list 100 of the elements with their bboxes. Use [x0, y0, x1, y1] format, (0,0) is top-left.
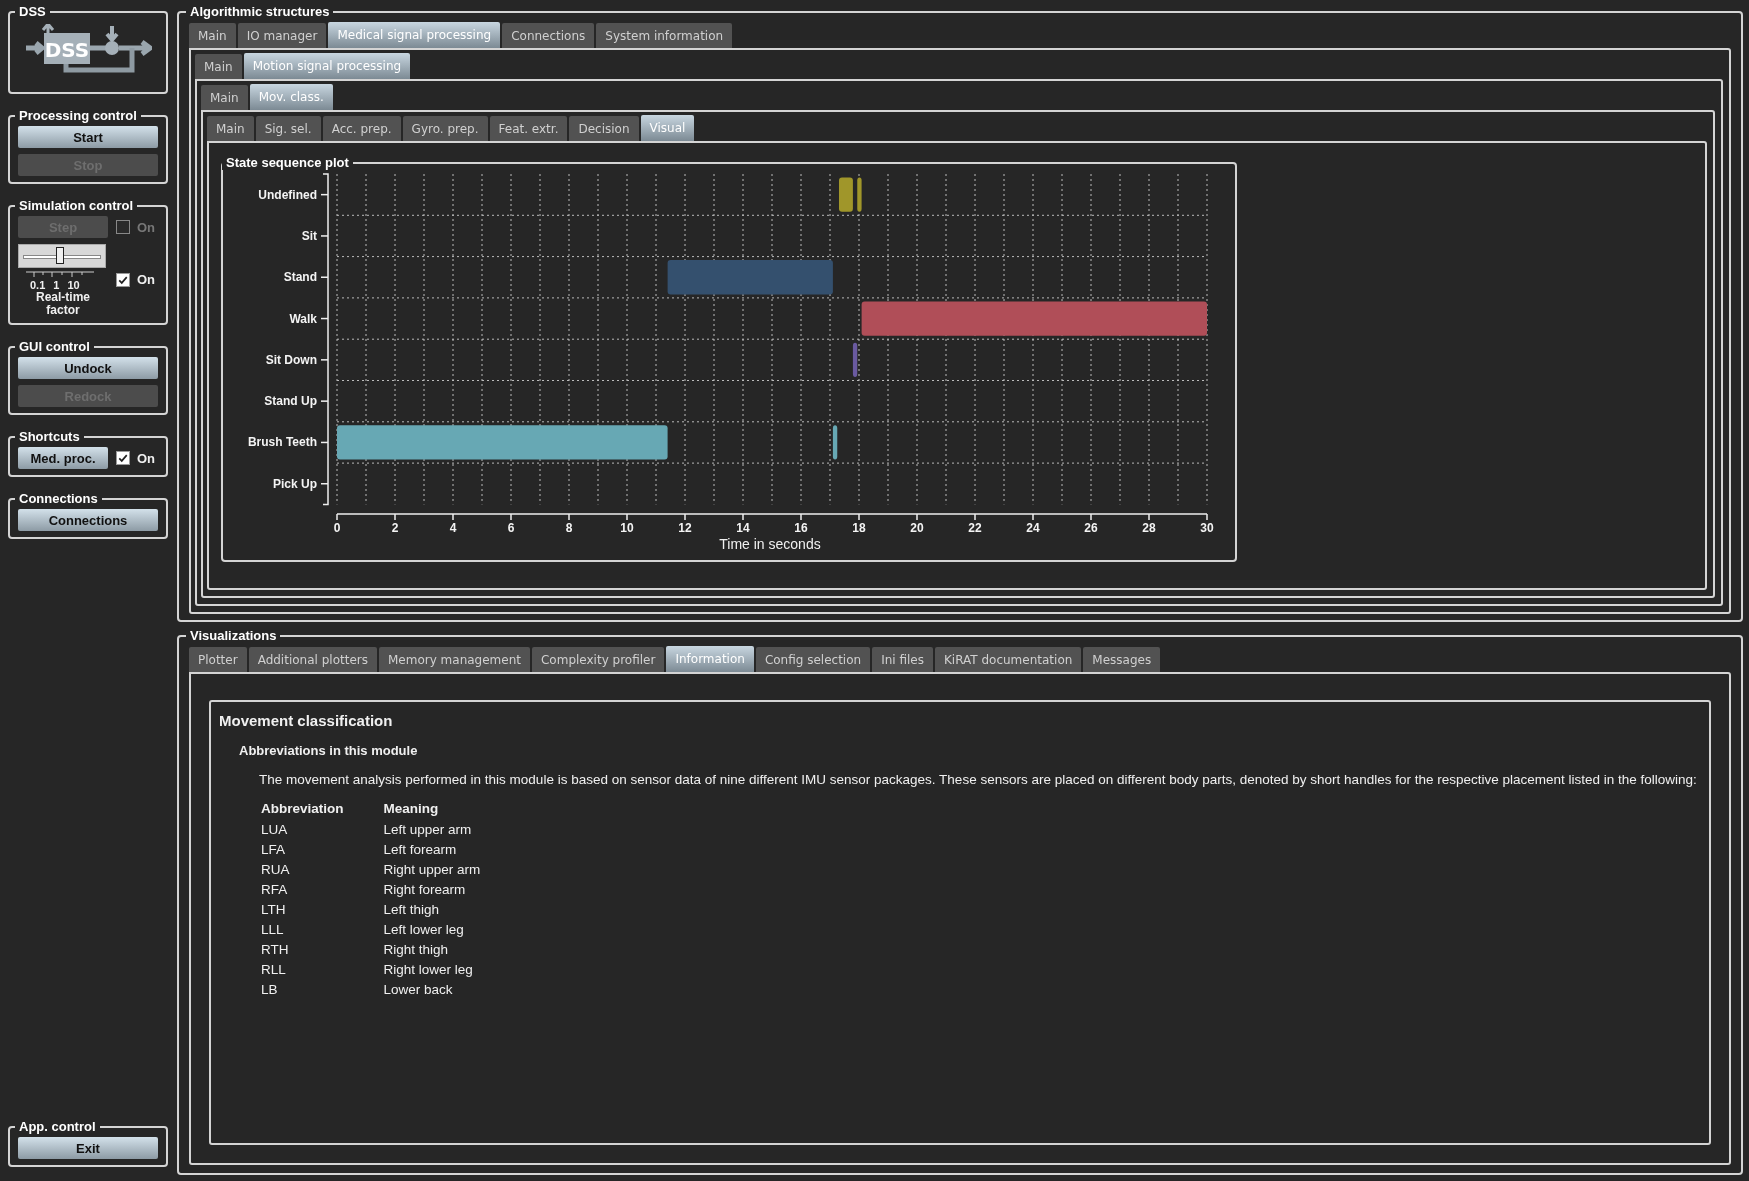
table-cell-text: LUA: [260, 821, 289, 839]
tab[interactable]: Decision: [569, 116, 639, 141]
button[interactable]: Connections: [18, 509, 158, 531]
x-tick-label: 20: [910, 521, 924, 535]
group-title: App. control: [18, 1119, 97, 1134]
table-cell-text: Right upper arm: [382, 861, 482, 879]
x-tick-label: 14: [736, 521, 750, 535]
y-axis-label: Brush Teeth: [247, 435, 317, 450]
group-title: GUI control: [18, 339, 91, 354]
tab[interactable]: Main: [207, 116, 254, 141]
tab[interactable]: Sig. sel.: [255, 116, 321, 141]
table-cell-text: Left forearm: [382, 841, 458, 859]
table-cell-text: LB: [260, 981, 279, 999]
info-heading: Movement classification: [219, 712, 394, 729]
tab[interactable]: Main: [195, 54, 242, 79]
slider-thumb[interactable]: [56, 247, 65, 264]
tab[interactable]: Config selection: [755, 647, 871, 672]
tab[interactable]: KiRAT documentation: [935, 647, 1082, 672]
y-axis-label: Sit: [301, 228, 317, 243]
tab[interactable]: Connections: [502, 23, 595, 48]
x-tick-label: 8: [565, 521, 573, 535]
x-tick-label: 12: [678, 521, 692, 535]
table-cell-text: Lower back: [382, 981, 454, 999]
x-axis-title: Time in seconds: [718, 536, 822, 552]
tab[interactable]: Memory management: [378, 647, 530, 672]
tab[interactable]: Ini files: [872, 647, 933, 672]
table-cell-text: Right lower leg: [382, 961, 474, 979]
checkbox-label: On: [137, 219, 156, 235]
x-tick-label: 16: [794, 521, 808, 535]
info-paragraph: The movement analysis performed in this module is based on sensor data of nine different IMU sensor packages. These sensors are placed on different body parts, denoted by short handles for the respective placement listed in the following:: [259, 772, 1698, 787]
checkbox[interactable]: [116, 272, 130, 287]
slider[interactable]: [18, 244, 106, 268]
tab[interactable]: Messages: [1083, 647, 1161, 672]
tab[interactable]: IO manager: [237, 23, 327, 48]
slider-caption: Real-time factor: [35, 291, 91, 317]
x-tick-label: 28: [1142, 521, 1156, 535]
checkbox-label: On: [137, 450, 156, 466]
table-cell-text: RLL: [260, 961, 287, 979]
group-title: Connections: [18, 491, 99, 506]
table-cell-text: Left upper arm: [382, 821, 473, 839]
column-header: Meaning: [382, 801, 440, 818]
state-bar: [852, 342, 858, 377]
group-title: Visualizations: [189, 628, 278, 643]
state-bar: [857, 177, 862, 212]
tab[interactable]: Gyro. prep.: [402, 116, 488, 141]
button[interactable]: Med. proc.: [18, 447, 108, 469]
slider-tick-label: 10: [67, 279, 80, 291]
tab[interactable]: Plotter: [189, 647, 247, 672]
table-cell-text: LLL: [260, 921, 285, 939]
x-tick-label: 24: [1026, 521, 1040, 535]
y-axis-label: Pick Up: [273, 476, 317, 491]
tab[interactable]: Additional plotters: [248, 647, 377, 672]
y-axis-label: Stand: [283, 270, 317, 285]
logo-text: DSS: [44, 38, 90, 62]
tab[interactable]: Main: [201, 85, 248, 110]
slider-tick-label: 1: [53, 279, 60, 291]
x-tick-label: 22: [968, 521, 982, 535]
table-cell-text: Left lower leg: [382, 921, 465, 939]
x-tick-label: 30: [1200, 521, 1214, 535]
table-cell-text: Right forearm: [382, 881, 467, 899]
x-tick-label: 6: [507, 521, 515, 535]
slider-scale: [24, 271, 96, 279]
table-cell-text: Right thigh: [382, 941, 450, 959]
x-tick-label: 18: [852, 521, 866, 535]
group-title: Simulation control: [18, 198, 135, 213]
table-cell-text: Left thigh: [382, 901, 441, 919]
x-tick-label: 26: [1084, 521, 1098, 535]
info-subheading: Abbreviations in this module: [239, 743, 419, 758]
y-axis-label: Walk: [289, 311, 317, 326]
tab[interactable]: System information: [596, 23, 733, 48]
x-tick-label: 10: [620, 521, 634, 535]
group-title: State sequence plot: [225, 155, 350, 170]
state-bar: [839, 177, 853, 212]
tab[interactable]: Acc. prep.: [322, 116, 401, 141]
slider-tick-label: 0.1: [30, 279, 46, 291]
y-axis-label: Stand Up: [264, 394, 317, 409]
table-cell-text: LTH: [260, 901, 287, 919]
table-cell-text: RTH: [260, 941, 290, 959]
x-tick-label: 2: [391, 521, 399, 535]
table-cell-text: RUA: [260, 861, 291, 879]
y-axis-label: Undefined: [258, 187, 317, 202]
x-tick-label: 4: [449, 521, 457, 535]
group-title: Shortcuts: [18, 429, 81, 444]
y-axis-label: Sit Down: [265, 352, 317, 367]
table-cell-text: LFA: [260, 841, 286, 859]
checkbox-label: On: [137, 272, 156, 287]
button[interactable]: Start: [18, 126, 158, 148]
group-title: DSS: [18, 4, 47, 19]
tab[interactable]: Feat. extr.: [489, 116, 568, 141]
column-header: Abbreviation: [260, 801, 345, 818]
group-title: Algorithmic structures: [189, 4, 331, 19]
tab[interactable]: Main: [189, 23, 236, 48]
group-title: Processing control: [18, 108, 138, 123]
state-bar: [832, 425, 838, 460]
checkbox[interactable]: [116, 451, 130, 465]
tab[interactable]: Complexity profiler: [532, 647, 665, 672]
x-tick-label: 0: [333, 521, 341, 535]
table-cell-text: RFA: [260, 881, 289, 899]
button[interactable]: Undock: [18, 357, 158, 379]
button[interactable]: Exit: [18, 1137, 158, 1159]
